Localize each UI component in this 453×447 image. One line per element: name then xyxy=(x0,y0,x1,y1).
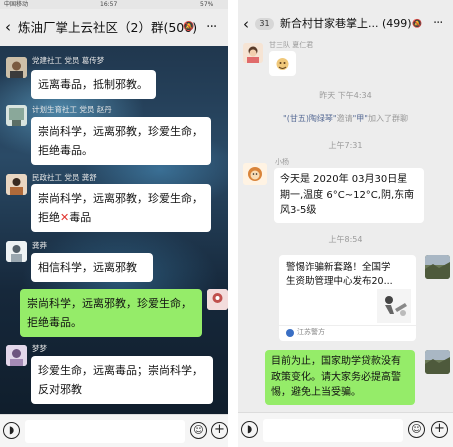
avatar[interactable] xyxy=(6,241,27,262)
group-title[interactable]: 新合村甘家巷掌上... xyxy=(280,6,379,42)
my-avatar[interactable] xyxy=(425,255,450,279)
link-title: 警惕诈骗新套路！全国学 生资助管理中心发布20... xyxy=(286,261,393,289)
system-text: 邀请 xyxy=(336,114,353,123)
link-thumbnail xyxy=(377,289,411,323)
message-line: 惕，避免上当受骗。 xyxy=(271,387,361,398)
back-arrow-icon[interactable]: ‹ xyxy=(243,6,249,42)
sticker-message[interactable] xyxy=(269,51,296,76)
unread-count-badge: 31 xyxy=(255,18,274,30)
chat-header: ‹ 31 新合村甘家巷掌上... (499) 🔕 ··· xyxy=(238,6,453,42)
chat-header: ‹ 炼油厂掌上云社区（2）群(500) 🔕 ··· xyxy=(0,9,228,46)
status-bar: 中国移动 16:57 57% xyxy=(0,0,228,9)
battery-level: 57% xyxy=(200,1,214,8)
emoji-icon[interactable]: ☺ xyxy=(190,422,207,439)
link-title-line: 警惕诈骗新套路！全国学 xyxy=(286,262,391,273)
message-line: 目前为止，国家助学贷款没有 xyxy=(271,356,401,367)
back-arrow-icon[interactable]: ‹ xyxy=(5,9,11,46)
mute-bell-icon: 🔕 xyxy=(412,19,422,28)
sender-name: 梦梦 xyxy=(32,344,47,353)
voice-icon[interactable]: ◗ xyxy=(241,421,258,438)
message-bubble[interactable]: 崇尚科学，远离邪教，珍爱生命， 拒绝✕毒品 xyxy=(31,184,211,232)
message-input[interactable] xyxy=(263,419,403,442)
my-message-bubble[interactable]: 崇尚科学，远离邪教，珍爱生命， 拒绝毒品。 xyxy=(20,289,202,337)
mute-bell-icon: 🔕 xyxy=(183,22,195,32)
police-badge-icon xyxy=(286,329,294,337)
message-bubble[interactable]: 远离毒品，抵制邪教。 xyxy=(31,70,156,99)
timestamp: 上午8:54 xyxy=(328,235,363,244)
my-avatar[interactable] xyxy=(207,289,228,310)
message-line: 崇尚科学，远离邪教，珍爱生命， xyxy=(38,125,203,138)
message-bubble[interactable]: 崇尚科学，远离邪教，珍爱生命， 拒绝毒品。 xyxy=(31,117,211,165)
timestamp: 昨天 下午4:34 xyxy=(319,91,372,100)
link-card[interactable]: 警惕诈骗新套路！全国学 生资助管理中心发布20... 江苏警方 xyxy=(279,255,416,341)
voice-icon[interactable]: ◗ xyxy=(3,422,20,439)
sender-name: 民政社工 党员 龚舒 xyxy=(32,173,97,182)
plus-icon[interactable]: + xyxy=(211,422,228,439)
message-line: 拒绝毒品。 xyxy=(38,144,93,157)
message-line: 今天是 2020年 03月30日星 xyxy=(280,174,408,185)
link-title-line: 生资助管理中心发布20... xyxy=(286,276,393,287)
plus-icon[interactable]: + xyxy=(431,421,448,438)
inviter-name[interactable]: "(甘五)陶绿琴" xyxy=(283,114,337,123)
more-dots-icon[interactable]: ··· xyxy=(433,6,443,42)
message-bubble[interactable]: 今天是 2020年 03月30日星 期一,温度 6°C~12°C,阴,东南 风3… xyxy=(274,168,424,223)
avatar[interactable] xyxy=(243,43,263,63)
message-line: 崇尚科学，远离邪教，珍爱生命， xyxy=(27,297,192,310)
more-dots-icon[interactable]: ··· xyxy=(206,9,217,46)
message-line: 政策变化。请大家务必提高警 xyxy=(271,371,401,383)
sender-name: 甘三队 夏仁君 xyxy=(269,41,314,49)
message-line: 反对邪教 xyxy=(38,383,82,396)
input-bar: ◗ ☺ + xyxy=(0,414,228,447)
message-text: 毒品 xyxy=(69,211,92,224)
message-bubble[interactable]: 相信科学，远离邪教 xyxy=(31,253,153,282)
message-text: 拒绝 xyxy=(38,211,60,224)
invitee-name[interactable]: "甲" xyxy=(353,114,368,123)
message-text: 相信科学，远离邪教 xyxy=(38,261,137,274)
card-divider xyxy=(279,325,416,326)
message-line: 风3-5级 xyxy=(280,205,317,216)
message-bubble[interactable]: 珍爱生命，远离毒品；崇尚科学， 反对邪教 xyxy=(31,356,213,404)
sender-name: 小杨 xyxy=(275,158,289,166)
message-line: 拒绝毒品。 xyxy=(27,316,82,329)
sender-name: 党建社工 党员 葛传梦 xyxy=(32,56,105,65)
emoji-icon[interactable]: ☺ xyxy=(408,421,425,438)
sender-name: 龚莽 xyxy=(32,241,47,250)
sender-name: 计划生育社工 党员 赵丹 xyxy=(32,105,112,114)
message-input[interactable] xyxy=(25,420,185,443)
member-count: (499) xyxy=(382,17,412,30)
message-line: 拒绝✕毒品 xyxy=(38,208,204,227)
sticker-image xyxy=(276,58,289,70)
message-text: 远离毒品，抵制邪教。 xyxy=(38,78,148,91)
system-message: "(甘五)陶绿琴"邀请"甲"加入了群聊 xyxy=(238,113,453,124)
message-line: 期一,温度 6°C~12°C,阴,东南 xyxy=(280,189,415,201)
group-title[interactable]: 炼油厂掌上云社区（2）群(500) xyxy=(18,9,197,46)
avatar[interactable] xyxy=(243,163,267,185)
left-chat-screen: 中国移动 16:57 57% ‹ 炼油厂掌上云社区（2）群(500) 🔕 ···… xyxy=(0,0,228,447)
my-message-bubble[interactable]: 目前为止，国家助学贷款没有 政策变化。请大家务必提高警 惕，避免上当受骗。 xyxy=(265,350,415,405)
link-source: 江苏警方 xyxy=(297,328,325,336)
clock: 16:57 xyxy=(100,1,118,8)
avatar[interactable] xyxy=(6,345,27,366)
timestamp: 上午7:31 xyxy=(328,141,363,150)
input-bar: ◗ ☺ + xyxy=(238,412,453,447)
avatar[interactable] xyxy=(6,105,27,126)
red-x-icon: ✕ xyxy=(60,211,70,224)
avatar[interactable] xyxy=(6,174,27,195)
avatar[interactable] xyxy=(6,57,27,78)
carrier-label: 中国移动 xyxy=(4,1,29,8)
message-line: 崇尚科学，远离邪教，珍爱生命， xyxy=(38,192,203,205)
message-line: 珍爱生命，远离毒品；崇尚科学， xyxy=(38,364,203,377)
right-chat-screen: ‹ 31 新合村甘家巷掌上... (499) 🔕 ··· 甘三队 夏仁君 昨天 … xyxy=(238,0,453,447)
my-avatar[interactable] xyxy=(425,350,450,374)
system-text: 加入了群聊 xyxy=(367,114,408,123)
